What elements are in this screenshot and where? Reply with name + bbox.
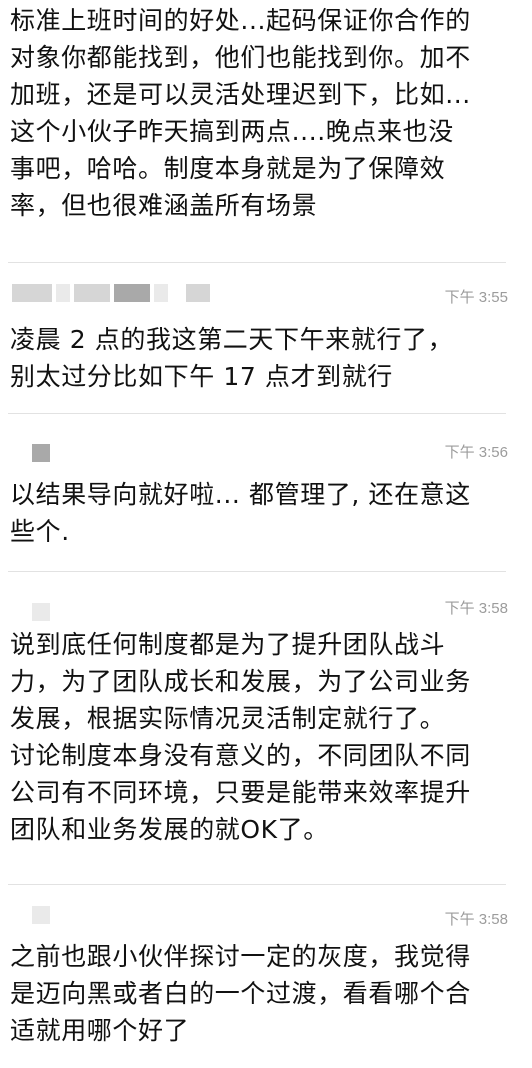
comment-line: 团队和业务发展的就OK了。 [10, 815, 329, 844]
message-line: 标准上班时间的好处...起码保证你合作的 [10, 6, 471, 35]
comment-line: 发展，根据实际情况灵活制定就行了。 [10, 704, 446, 733]
divider [8, 884, 506, 885]
comment-line: 力，为了团队成长和发展，为了公司业务 [10, 667, 471, 696]
comment-line: 是迈向黑或者白的一个过渡，看看哪个合 [10, 979, 471, 1008]
message-text: 标准上班时间的好处...起码保证你合作的 对象你都能找到，他们也能找到你。加不 … [10, 2, 522, 224]
divider [8, 262, 506, 263]
comment-feed: 标准上班时间的好处...起码保证你合作的 对象你都能找到，他们也能找到你。加不 … [0, 0, 532, 1068]
comment-text: 说到底任何制度都是为了提升团队战斗 力，为了团队成长和发展，为了公司业务 发展，… [10, 626, 522, 848]
message-line: 对象你都能找到，他们也能找到你。加不 [10, 43, 471, 72]
comment-line: 之前也跟小伙伴探讨一定的灰度，我觉得 [10, 942, 471, 971]
comment-timestamp: 下午 3:56 [444, 444, 508, 461]
comment-line: 凌晨 2 点的我这第二天下午来就行了， [10, 325, 454, 354]
comment-timestamp: 下午 3:55 [444, 289, 508, 306]
comment-line: 适就用哪个好了 [10, 1016, 190, 1045]
message-line: 这个小伙子昨天搞到两点....晚点来也没 [10, 117, 454, 146]
comment-line: 公司有不同环境，只要是能带来效率提升 [10, 778, 471, 807]
comment-line: 说到底任何制度都是为了提升团队战斗 [10, 630, 446, 659]
commenter-name-redacted [12, 283, 210, 303]
divider [8, 413, 506, 414]
commenter-name-redacted [32, 602, 50, 622]
commenter-name-redacted [32, 443, 50, 463]
message-line: 加班，还是可以灵活处理迟到下，比如... [10, 80, 471, 109]
comment-line: 别太过分比如下午 17 点才到就行 [10, 362, 393, 391]
comment-text: 之前也跟小伙伴探讨一定的灰度，我觉得 是迈向黑或者白的一个过渡，看看哪个合 适就… [10, 938, 522, 1049]
comment-text: 以结果导向就好啦... 都管理了, 还在意这 些个. [10, 476, 522, 550]
message-line: 事吧，哈哈。制度本身就是为了保障效 [10, 154, 446, 183]
comment-timestamp: 下午 3:58 [444, 600, 508, 617]
divider [8, 571, 506, 572]
comment-line: 些个. [10, 517, 70, 546]
comment-timestamp: 下午 3:58 [444, 911, 508, 928]
commenter-name-redacted [32, 905, 50, 925]
comment-line: 讨论制度本身没有意义的，不同团队不同 [10, 741, 471, 770]
comment-line: 以结果导向就好啦... 都管理了, 还在意这 [10, 480, 471, 509]
message-line: 率，但也很难涵盖所有场景 [10, 191, 318, 220]
comment-text: 凌晨 2 点的我这第二天下午来就行了， 别太过分比如下午 17 点才到就行 [10, 321, 522, 395]
